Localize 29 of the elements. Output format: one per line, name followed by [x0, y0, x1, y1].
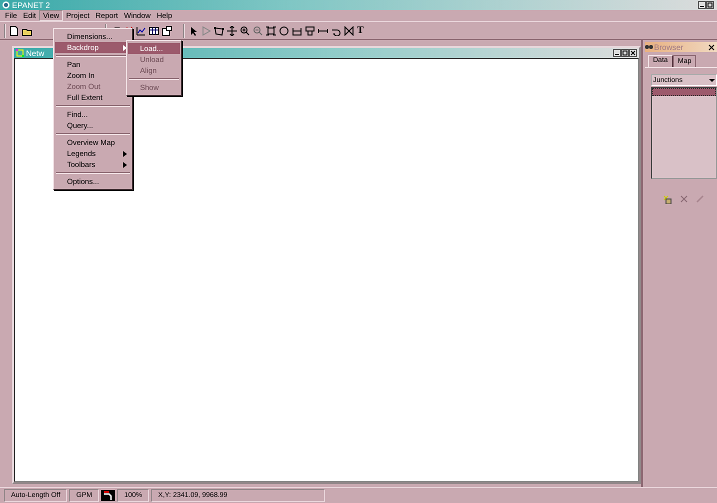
- browser-icon: [645, 43, 653, 51]
- table-icon[interactable]: [149, 26, 159, 36]
- reservoir-icon[interactable]: [292, 26, 302, 36]
- add-icon[interactable]: [663, 195, 672, 204]
- dropdown-arrow-icon: [709, 78, 715, 82]
- full-extent-icon[interactable]: [266, 26, 276, 36]
- selected-list-row[interactable]: [652, 88, 716, 96]
- new-file-icon[interactable]: [9, 26, 19, 36]
- close-icon[interactable]: [708, 44, 715, 50]
- object-list[interactable]: [651, 87, 717, 179]
- options-icon[interactable]: [162, 26, 172, 36]
- window-title: EPANET 2: [12, 0, 50, 10]
- tank-icon[interactable]: [305, 26, 315, 36]
- network-icon: [16, 49, 24, 57]
- submenu-arrow-icon: [123, 44, 127, 50]
- valve-icon[interactable]: [344, 26, 354, 36]
- select-region-icon[interactable]: [214, 26, 224, 36]
- text-tool-icon[interactable]: T: [357, 25, 364, 36]
- panel-title: Browser: [654, 42, 684, 52]
- junction-icon[interactable]: [279, 26, 289, 36]
- zoom-in-icon[interactable]: [240, 26, 250, 36]
- pan-icon[interactable]: [227, 26, 237, 36]
- window-controls-icon[interactable]: [698, 1, 715, 9]
- select-arrow-icon[interactable]: [188, 26, 198, 36]
- chart-icon[interactable]: [136, 26, 146, 36]
- window-title: Netw: [26, 48, 44, 58]
- app-logo-icon: [2, 1, 10, 9]
- run-status-icon: [101, 490, 116, 501]
- window-controls-icon[interactable]: [613, 49, 637, 57]
